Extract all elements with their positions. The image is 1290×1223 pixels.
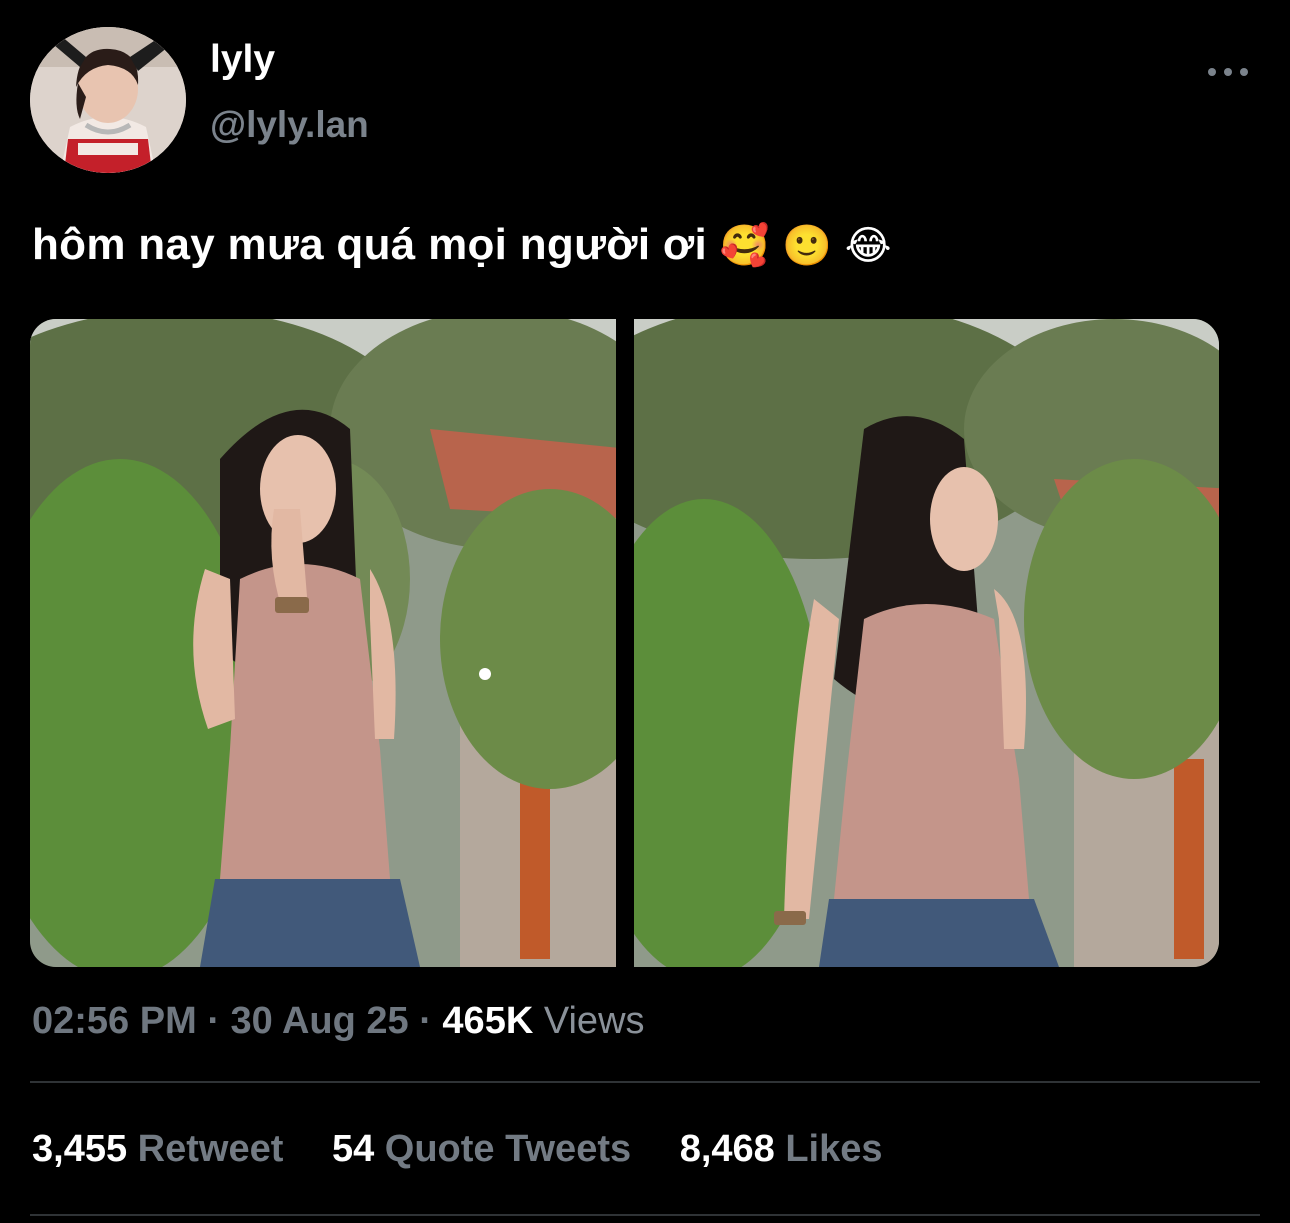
tweet-stats: 3,455 Retweet 54 Quote Tweets 8,468 Like…	[32, 1128, 883, 1171]
tweet-date[interactable]: 30 Aug 25	[231, 1000, 409, 1042]
tweet-meta: 02:56 PM · 30 Aug 25 · 465K Views	[32, 1000, 645, 1043]
meta-separator-2: ·	[419, 1000, 432, 1042]
meta-separator: ·	[207, 1000, 220, 1042]
quotes-label[interactable]: Quote Tweets	[385, 1128, 631, 1170]
tears-of-joy-emoji: 😂	[844, 224, 892, 268]
tweet-time[interactable]: 02:56 PM	[32, 1000, 197, 1042]
slight-smile-emoji: 🙂	[782, 224, 833, 268]
retweets-count[interactable]: 3,455	[32, 1128, 127, 1170]
divider	[30, 1081, 1260, 1083]
quotes-count[interactable]: 54	[332, 1128, 374, 1170]
views-count: 465K	[442, 1000, 534, 1042]
avatar[interactable]	[30, 27, 186, 173]
tweet-text: hôm nay mưa quá mọi người ơi 🥰 🙂 😂	[32, 220, 892, 270]
smiling-hearts-emoji: 🥰	[719, 224, 770, 268]
author-handle[interactable]: @lyly.lan	[210, 104, 369, 146]
more-options-icon[interactable]	[1208, 58, 1248, 86]
likes-label[interactable]: Likes	[785, 1128, 882, 1170]
retweets-label[interactable]: Retweet	[138, 1128, 284, 1170]
views-label: Views	[543, 1000, 645, 1042]
media-photo-1[interactable]	[30, 319, 616, 967]
likes-count[interactable]: 8,468	[680, 1128, 775, 1170]
tweet-body: hôm nay mưa quá mọi người ơi	[32, 220, 707, 269]
media-photo-2[interactable]	[634, 319, 1219, 967]
author-name[interactable]: lyly	[210, 38, 275, 82]
divider-bottom	[30, 1214, 1260, 1216]
